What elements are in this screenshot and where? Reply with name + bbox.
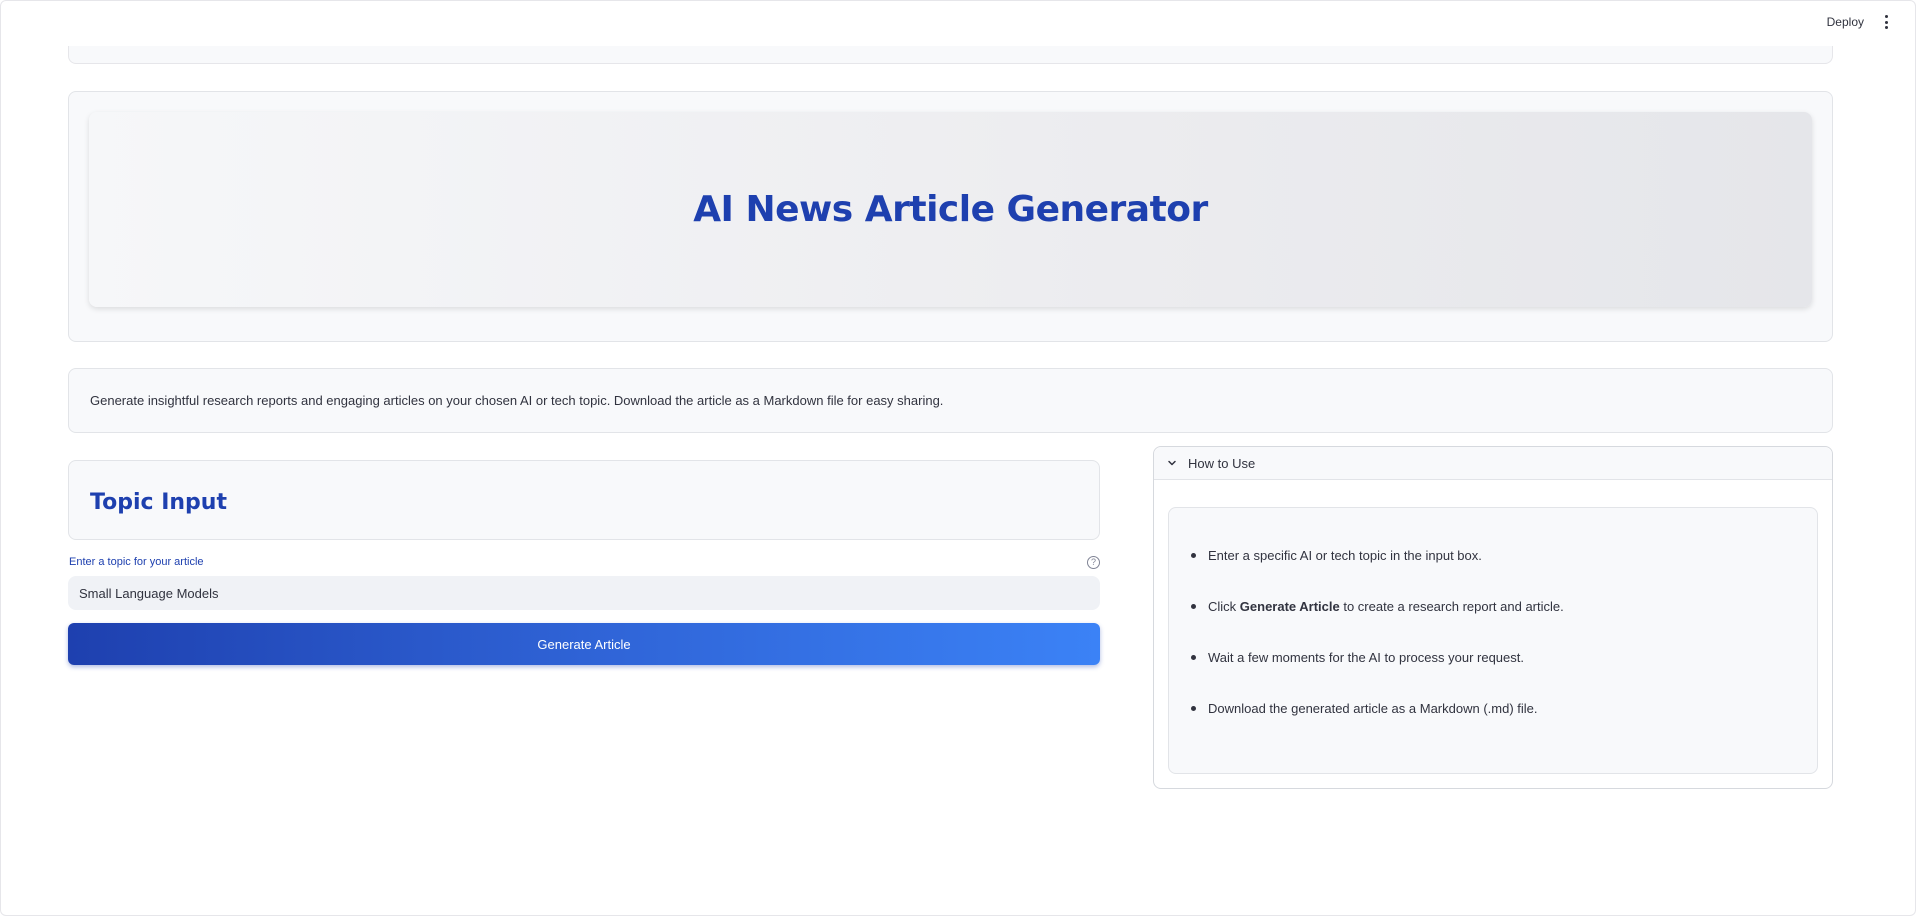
hero-banner: AI News Article Generator — [89, 112, 1812, 307]
instructions-list: Enter a specific AI or tech topic in the… — [1169, 508, 1817, 752]
how-to-use-toggle[interactable]: How to Use — [1154, 447, 1832, 480]
help-tooltip-icon[interactable]: ? — [1087, 556, 1100, 569]
how-to-use-title: How to Use — [1188, 455, 1256, 471]
how-to-use-expander: How to Use Enter a specific AI or tech t… — [1153, 446, 1833, 789]
app-header: Deploy — [0, 0, 1916, 46]
topic-input[interactable] — [68, 576, 1100, 610]
list-item: Wait a few moments for the AI to process… — [1189, 650, 1817, 701]
topic-input-heading: Topic Input — [90, 490, 227, 515]
list-item: Enter a specific AI or tech topic in the… — [1189, 548, 1817, 599]
list-item: Click Generate Article to create a resea… — [1189, 599, 1817, 650]
how-to-use-content: Enter a specific AI or tech topic in the… — [1168, 507, 1818, 774]
list-item: Download the generated article as a Mark… — [1189, 701, 1817, 752]
app-description: Generate insightful research reports and… — [68, 368, 1833, 433]
generate-article-button[interactable]: Generate Article — [68, 623, 1100, 665]
chevron-down-icon — [1168, 460, 1176, 466]
page-title: AI News Article Generator — [693, 189, 1208, 230]
topic-input-card: Topic Input — [68, 460, 1100, 540]
main-menu-icon[interactable] — [1881, 15, 1891, 29]
topic-field-label: Enter a topic for your article — [69, 556, 204, 568]
hero-container: AI News Article Generator — [68, 91, 1833, 342]
scrolled-container-edge — [68, 46, 1833, 64]
emphasis-text: Generate Article — [1239, 599, 1340, 614]
deploy-button[interactable]: Deploy — [1827, 15, 1864, 29]
